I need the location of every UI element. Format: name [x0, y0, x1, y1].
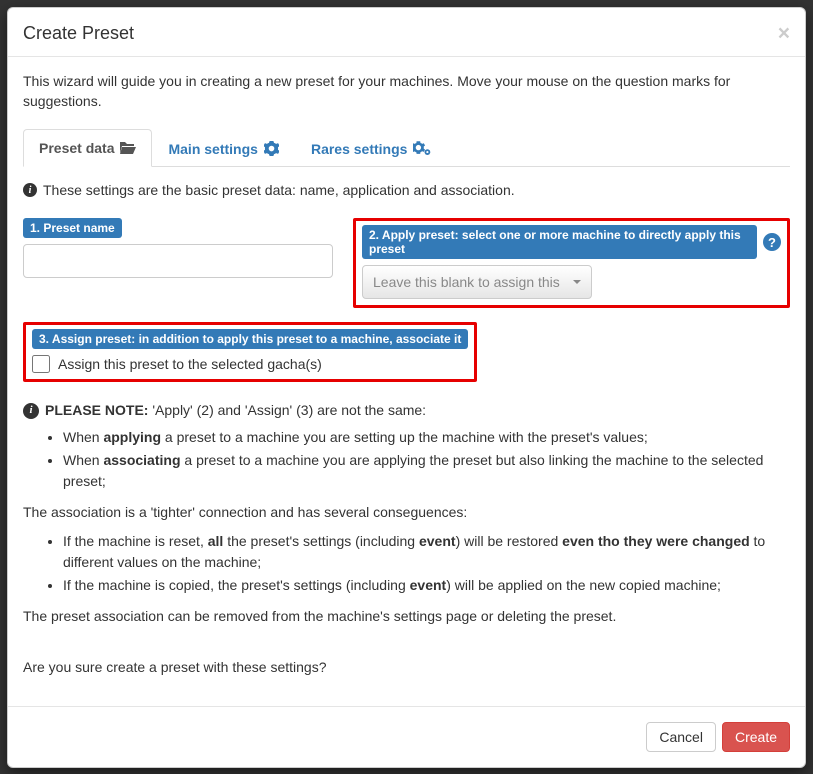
help-icon[interactable]: ? [763, 233, 781, 251]
apply-preset-label: 2. Apply preset: select one or more mach… [362, 225, 757, 259]
info-icon: i [23, 183, 37, 197]
assign-preset-label: 3. Assign preset: in addition to apply t… [32, 329, 468, 349]
please-note-block: i PLEASE NOTE: 'Apply' (2) and 'Assign' … [23, 400, 790, 678]
info-icon: i [23, 403, 39, 419]
list-item: If the machine is copied, the preset's s… [63, 575, 790, 596]
create-button[interactable]: Create [722, 722, 790, 752]
tab-label: Preset data [39, 140, 114, 156]
tab-info: i These settings are the basic preset da… [23, 182, 790, 198]
apply-preset-box: 2. Apply preset: select one or more mach… [353, 218, 790, 308]
association-intro: The association is a 'tighter' connectio… [23, 502, 790, 523]
tab-preset-data[interactable]: Preset data [23, 129, 152, 167]
wizard-intro: This wizard will guide you in creating a… [23, 72, 790, 111]
cancel-button[interactable]: Cancel [646, 722, 716, 752]
note-head-rest: 'Apply' (2) and 'Assign' (3) are not the… [148, 402, 426, 418]
list-item: When associating a preset to a machine y… [63, 450, 790, 492]
chevron-down-icon [573, 280, 581, 284]
close-icon: × [778, 22, 790, 45]
confirm-question: Are you sure create a preset with these … [23, 657, 790, 678]
removal-note: The preset association can be removed fr… [23, 606, 790, 627]
tabs: Preset data Main settings Rares settings [23, 129, 790, 167]
preset-name-field: 1. Preset name [23, 218, 333, 278]
modal-footer: Cancel Create [8, 706, 805, 767]
modal-title: Create Preset [23, 23, 134, 44]
tab-rares-settings[interactable]: Rares settings [295, 129, 447, 167]
list-item: When applying a preset to a machine you … [63, 427, 790, 448]
note-head-strong: PLEASE NOTE: [45, 402, 148, 418]
note-list-2: If the machine is reset, all the preset'… [23, 531, 790, 596]
tab-main-settings[interactable]: Main settings [152, 129, 294, 167]
create-preset-modal: Create Preset × This wizard will guide y… [7, 7, 806, 768]
gear-icon [264, 141, 279, 156]
assign-checkbox[interactable] [32, 355, 50, 373]
gears-icon [413, 141, 431, 156]
note-list-1: When applying a preset to a machine you … [23, 427, 790, 492]
assign-checkbox-label: Assign this preset to the selected gacha… [58, 356, 322, 372]
apply-preset-dropdown[interactable]: Leave this blank to assign this [362, 265, 592, 299]
tab-label: Rares settings [311, 141, 407, 157]
tab-info-text: These settings are the basic preset data… [43, 182, 515, 198]
tab-label: Main settings [168, 141, 257, 157]
modal-header: Create Preset × [8, 8, 805, 57]
dropdown-placeholder: Leave this blank to assign this [373, 274, 560, 290]
folder-open-icon [120, 141, 136, 155]
modal-body: This wizard will guide you in creating a… [8, 57, 805, 706]
close-button[interactable]: × [778, 23, 790, 44]
preset-name-input[interactable] [23, 244, 333, 278]
list-item: If the machine is reset, all the preset'… [63, 531, 790, 573]
preset-name-label: 1. Preset name [23, 218, 122, 238]
assign-preset-box: 3. Assign preset: in addition to apply t… [23, 322, 477, 382]
